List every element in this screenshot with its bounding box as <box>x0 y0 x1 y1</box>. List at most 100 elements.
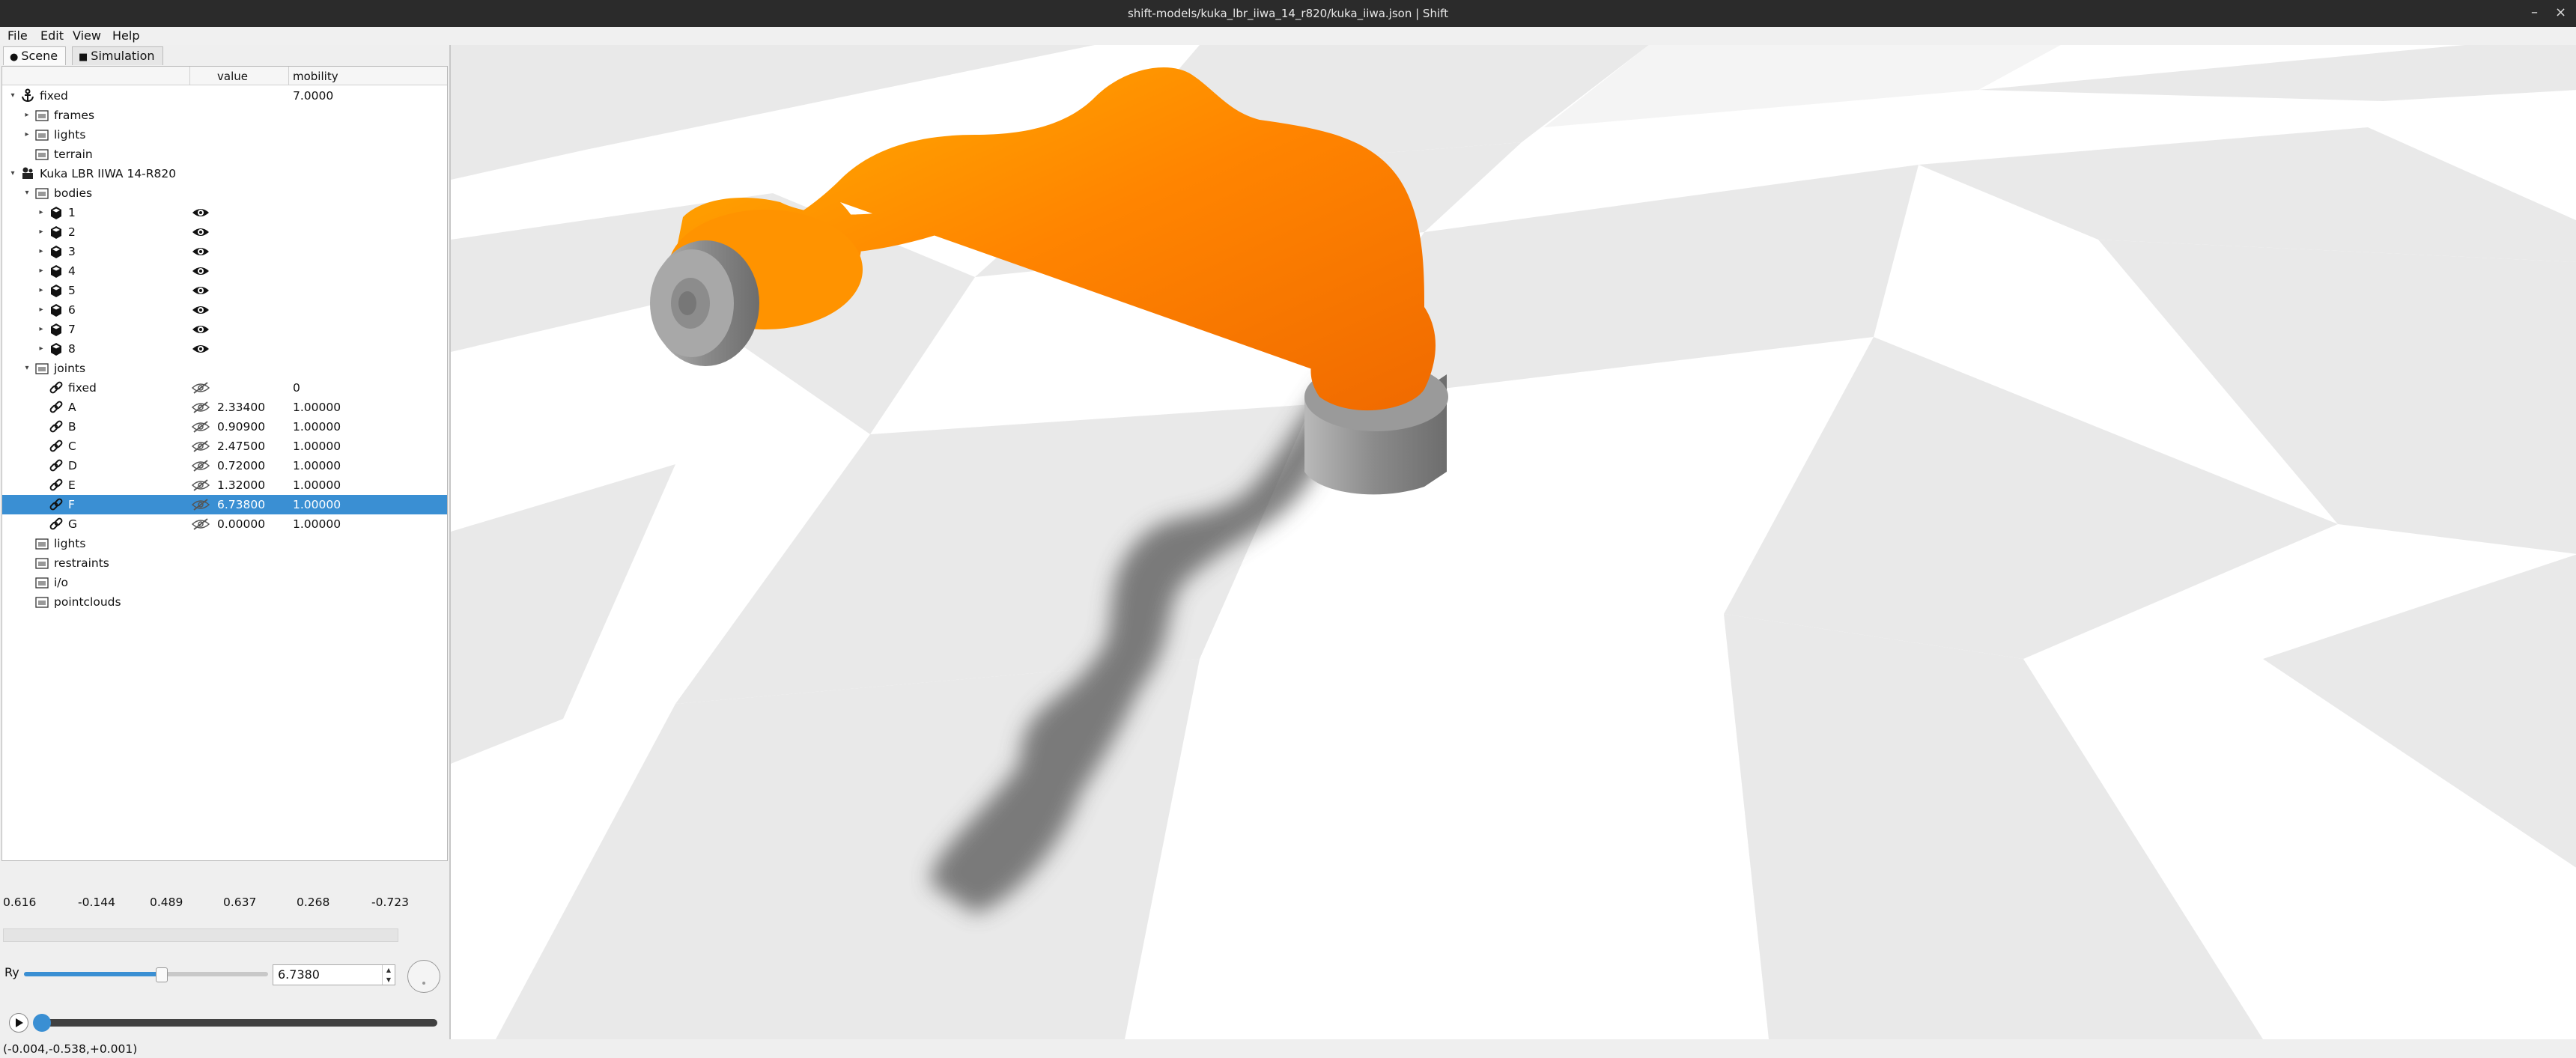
tree-row-kuka-lbr-iiwa-14-r820[interactable]: ▾ Kuka LBR IIWA 14-R820 <box>2 164 447 183</box>
tab-scene[interactable]: ● Scene <box>3 46 67 65</box>
eye-off-icon[interactable] <box>191 381 210 395</box>
mobility-value[interactable]: 1.00000 <box>293 475 341 495</box>
joint-value[interactable]: 0.72000 <box>217 456 265 475</box>
menu-view[interactable]: View <box>73 28 101 43</box>
tree-row-f[interactable]: F 6.73800 1.00000 <box>2 495 447 514</box>
timeline-handle[interactable] <box>33 1014 51 1032</box>
eye-off-icon[interactable] <box>191 459 210 472</box>
tab-simulation[interactable]: ■ Simulation <box>72 46 163 65</box>
chevron-right-icon[interactable]: ▸ <box>37 222 46 242</box>
link-icon <box>49 439 64 454</box>
eye-off-icon[interactable] <box>191 440 210 453</box>
tree-row-1[interactable]: ▸ 1 <box>2 203 447 222</box>
eye-icon[interactable] <box>191 245 210 258</box>
eye-icon[interactable] <box>191 264 210 278</box>
tree-row-pointclouds[interactable]: pointclouds <box>2 592 447 612</box>
joint-value[interactable]: 2.33400 <box>217 398 265 417</box>
mobility-value[interactable]: 1.00000 <box>293 456 341 475</box>
title-bar: shift-models/kuka_lbr_iiwa_14_r820/kuka_… <box>0 0 2576 27</box>
value-spinbox[interactable]: 6.7380 ▲ ▼ <box>273 964 395 985</box>
tree-row-b[interactable]: B 0.90900 1.00000 <box>2 417 447 437</box>
menu-edit[interactable]: Edit <box>40 28 64 43</box>
chevron-right-icon[interactable]: ▸ <box>22 125 31 145</box>
tree-row-a[interactable]: A 2.33400 1.00000 <box>2 398 447 417</box>
3d-viewport[interactable] <box>449 45 2576 1039</box>
readout-value: 0.489 <box>150 896 183 909</box>
chevron-down-icon[interactable]: ▾ <box>8 164 17 183</box>
close-button[interactable]: × <box>2555 4 2566 20</box>
chevron-right-icon[interactable]: ▸ <box>37 242 46 261</box>
mobility-value[interactable]: 1.00000 <box>293 437 341 456</box>
chevron-right-icon[interactable]: ▸ <box>37 339 46 359</box>
eye-icon[interactable] <box>191 206 210 219</box>
joint-value[interactable]: 1.32000 <box>217 475 265 495</box>
eye-off-icon[interactable] <box>191 401 210 414</box>
eye-icon[interactable] <box>191 225 210 239</box>
minimize-button[interactable]: – <box>2531 4 2538 20</box>
column-mobility-header[interactable]: mobility <box>293 70 338 83</box>
play-button[interactable] <box>9 1013 28 1033</box>
chevron-right-icon[interactable]: ▸ <box>37 203 46 222</box>
mobility-value[interactable]: 7.0000 <box>293 86 333 106</box>
tree-row-5[interactable]: ▸ 5 <box>2 281 447 300</box>
readout-value: 0.268 <box>297 896 330 909</box>
tree-row-lights[interactable]: ▸ lights <box>2 125 447 145</box>
tree-row-lights[interactable]: lights <box>2 534 447 553</box>
slider-handle[interactable] <box>155 967 168 982</box>
chevron-down-icon[interactable]: ▾ <box>8 86 17 106</box>
tree-row-fixed[interactable]: fixed 0 <box>2 378 447 398</box>
tree-row-restraints[interactable]: restraints <box>2 553 447 573</box>
chevron-right-icon[interactable]: ▸ <box>37 281 46 300</box>
eye-off-icon[interactable] <box>191 420 210 434</box>
mobility-value[interactable]: 1.00000 <box>293 495 341 514</box>
play-icon <box>16 1018 23 1027</box>
chevron-right-icon[interactable]: ▸ <box>37 261 46 281</box>
timeline-track[interactable] <box>33 1014 437 1032</box>
chevron-down-icon[interactable]: ▾ <box>22 359 31 378</box>
tree-row-4[interactable]: ▸ 4 <box>2 261 447 281</box>
mobility-value[interactable]: 1.00000 <box>293 417 341 437</box>
tree-row-2[interactable]: ▸ 2 <box>2 222 447 242</box>
eye-icon[interactable] <box>191 284 210 297</box>
chevron-right-icon[interactable]: ▸ <box>22 106 31 125</box>
eye-off-icon[interactable] <box>191 498 210 511</box>
joint-value[interactable]: 0.90900 <box>217 417 265 437</box>
chevron-right-icon[interactable]: ▸ <box>37 320 46 339</box>
mobility-value[interactable]: 1.00000 <box>293 514 341 534</box>
tree-row-c[interactable]: C 2.47500 1.00000 <box>2 437 447 456</box>
joint-value[interactable]: 0.00000 <box>217 514 265 534</box>
spinbox-value[interactable]: 6.7380 <box>278 965 320 985</box>
tree-row-bodies[interactable]: ▾ bodies <box>2 183 447 203</box>
chevron-down-icon[interactable]: ▾ <box>22 183 31 203</box>
value-slider[interactable] <box>24 967 268 982</box>
tree-row-joints[interactable]: ▾ joints <box>2 359 447 378</box>
eye-icon[interactable] <box>191 303 210 317</box>
eye-icon[interactable] <box>191 342 210 356</box>
column-value-header[interactable]: value <box>217 70 248 83</box>
tree-row-fixed[interactable]: ▾ fixed 7.0000 <box>2 86 447 106</box>
tree-row-frames[interactable]: ▸ frames <box>2 106 447 125</box>
mobility-value[interactable]: 0 <box>293 378 300 398</box>
tree-row-i-o[interactable]: i/o <box>2 573 447 592</box>
tree-row-label: pointclouds <box>54 595 121 609</box>
eye-icon[interactable] <box>191 323 210 336</box>
chevron-right-icon[interactable]: ▸ <box>37 300 46 320</box>
rotation-dial[interactable] <box>407 960 440 993</box>
tree-row-e[interactable]: E 1.32000 1.00000 <box>2 475 447 495</box>
tree-row-6[interactable]: ▸ 6 <box>2 300 447 320</box>
joint-value[interactable]: 2.47500 <box>217 437 265 456</box>
tree-row-d[interactable]: D 0.72000 1.00000 <box>2 456 447 475</box>
mobility-value[interactable]: 1.00000 <box>293 398 341 417</box>
cursor-coordinates: (-0.004,-0.538,+0.001) <box>3 1042 138 1056</box>
joint-value[interactable]: 6.73800 <box>217 495 265 514</box>
tree-row-8[interactable]: ▸ 8 <box>2 339 447 359</box>
tree-row-7[interactable]: ▸ 7 <box>2 320 447 339</box>
menu-help[interactable]: Help <box>112 28 139 43</box>
menu-file[interactable]: File <box>7 28 28 43</box>
eye-off-icon[interactable] <box>191 517 210 531</box>
tree-row-terrain[interactable]: terrain <box>2 145 447 164</box>
tree-row-g[interactable]: G 0.00000 1.00000 <box>2 514 447 534</box>
spinbox-arrows-icon[interactable]: ▲ ▼ <box>382 965 395 985</box>
eye-off-icon[interactable] <box>191 478 210 492</box>
tree-row-3[interactable]: ▸ 3 <box>2 242 447 261</box>
